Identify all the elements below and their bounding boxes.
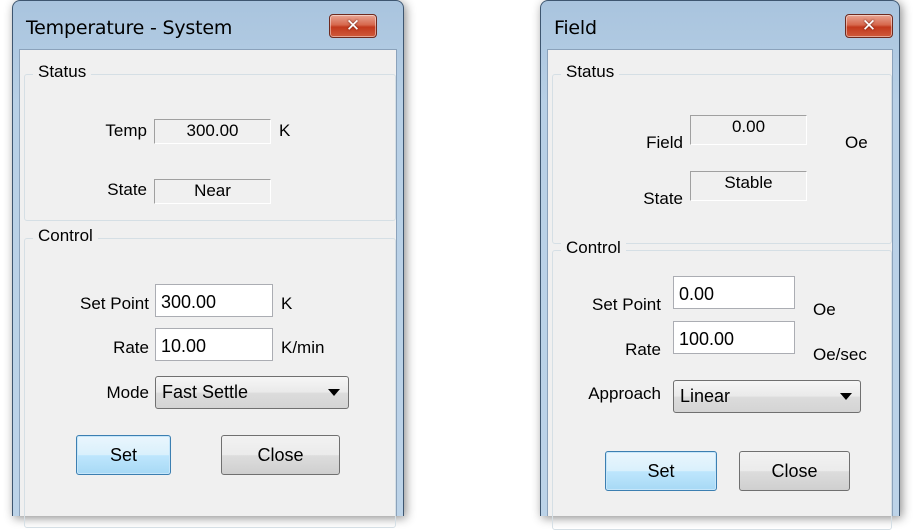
approach-label: Approach <box>588 384 661 403</box>
field-unit: Oe <box>845 133 868 152</box>
window-title: Temperature - System <box>26 17 233 39</box>
temp-readout: 300.00 <box>154 119 271 144</box>
control-group-label: Control <box>561 238 626 258</box>
field-label: Field <box>646 133 683 152</box>
temperature-dialog: Temperature - System ✕ Status Temp 300.0… <box>12 0 404 528</box>
mode-selected-value: Fast Settle <box>162 382 249 402</box>
close-icon: ✕ <box>861 16 877 36</box>
control-group: Control Set Point K Rate K/min Mode Fast… <box>24 226 396 528</box>
window-title: Field <box>554 17 597 39</box>
setpoint-unit: K <box>281 294 293 313</box>
rate-unit: K/min <box>281 338 325 357</box>
state-label: State <box>643 189 683 208</box>
set-button[interactable]: Set <box>605 451 717 491</box>
title-bar[interactable]: Field ✕ <box>541 1 899 49</box>
setpoint-label: Set Point <box>592 295 661 314</box>
dialog-body: Status Field 0.00 Oe State Stable Contro… <box>547 49 893 530</box>
rate-input[interactable] <box>673 321 795 354</box>
chevron-down-icon <box>840 393 852 400</box>
status-group: Status Field 0.00 Oe State Stable <box>552 62 892 244</box>
setpoint-input[interactable] <box>155 284 273 317</box>
control-group: Control Set Point Oe Rate Oe/sec Approac… <box>552 238 892 530</box>
mode-label: Mode <box>106 383 149 402</box>
control-group-label: Control <box>33 226 98 246</box>
close-icon: ✕ <box>345 16 361 36</box>
close-button[interactable]: Close <box>739 451 850 491</box>
field-dialog: Field ✕ Status Field 0.00 Oe State Stabl… <box>540 0 900 530</box>
field-readout: 0.00 <box>690 115 807 145</box>
approach-dropdown[interactable]: Linear <box>673 380 861 413</box>
title-bar[interactable]: Temperature - System ✕ <box>13 1 403 49</box>
state-label: State <box>107 180 147 199</box>
temp-unit: K <box>279 121 291 140</box>
rate-unit: Oe/sec <box>813 345 867 364</box>
approach-selected-value: Linear <box>680 386 731 406</box>
mode-dropdown[interactable]: Fast Settle <box>155 376 349 409</box>
close-button[interactable]: Close <box>221 435 340 475</box>
chevron-down-icon <box>328 389 340 396</box>
rate-label: Rate <box>625 340 661 359</box>
window-close-button[interactable]: ✕ <box>845 14 893 38</box>
status-group: Status Temp 300.00 K State Near <box>24 62 396 221</box>
setpoint-label: Set Point <box>80 294 149 313</box>
setpoint-input[interactable] <box>673 276 795 309</box>
state-readout: Near <box>154 179 271 204</box>
rate-input[interactable] <box>155 328 273 361</box>
status-group-label: Status <box>561 62 620 82</box>
set-button[interactable]: Set <box>76 435 171 475</box>
setpoint-unit: Oe <box>813 300 836 319</box>
window-close-button[interactable]: ✕ <box>329 14 377 38</box>
dialog-body: Status Temp 300.00 K State Near Control … <box>19 49 397 528</box>
status-group-label: Status <box>33 62 92 82</box>
rate-label: Rate <box>113 338 149 357</box>
state-readout: Stable <box>690 171 807 201</box>
temp-label: Temp <box>105 121 147 140</box>
